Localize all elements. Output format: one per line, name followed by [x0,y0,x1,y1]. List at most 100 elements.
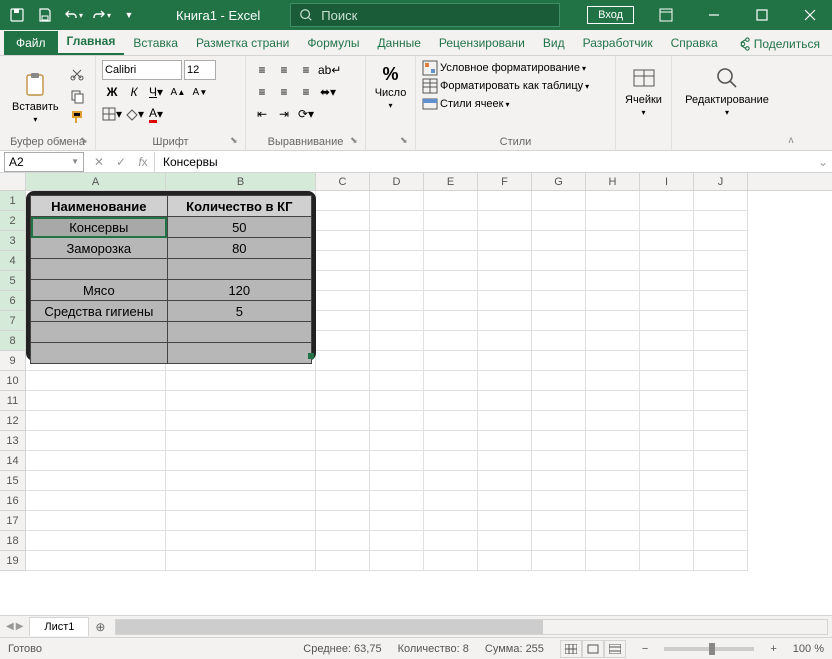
number-button[interactable]: % Число ▾ [372,60,409,114]
col-header[interactable]: E [424,173,478,190]
cell[interactable] [26,391,166,411]
col-header[interactable]: B [166,173,316,190]
cell[interactable] [316,531,370,551]
tab-главная[interactable]: Главная [58,29,125,55]
cell[interactable] [316,451,370,471]
zoom-slider[interactable] [664,647,754,651]
cell[interactable] [694,211,748,231]
cell[interactable] [532,331,586,351]
minimize-icon[interactable] [692,0,736,30]
cell[interactable] [532,551,586,571]
cell[interactable] [424,511,478,531]
cell[interactable] [166,371,316,391]
indent-increase-button[interactable]: ⇥ [274,104,294,124]
cell[interactable] [532,471,586,491]
cell[interactable] [586,211,640,231]
row-header[interactable]: 2 [0,211,26,231]
cell[interactable] [316,371,370,391]
cell[interactable] [166,331,316,351]
cell[interactable] [478,431,532,451]
cell[interactable] [166,451,316,471]
col-header[interactable]: J [694,173,748,190]
undo-icon[interactable]: ▾ [60,2,86,28]
cell[interactable] [478,231,532,251]
cell[interactable] [586,391,640,411]
cell[interactable] [370,311,424,331]
cell[interactable] [424,491,478,511]
col-header[interactable]: D [370,173,424,190]
cell[interactable] [26,471,166,491]
font-shrink-button[interactable]: A▼ [190,82,210,102]
cell[interactable] [532,291,586,311]
cell[interactable] [694,531,748,551]
cell[interactable] [424,351,478,371]
cell[interactable] [586,531,640,551]
cell[interactable] [640,371,694,391]
cell[interactable] [532,271,586,291]
cell[interactable] [370,351,424,371]
cell-styles-button[interactable]: Стили ячеек▾ [422,96,609,112]
cell[interactable] [424,231,478,251]
cell[interactable] [316,411,370,431]
tab-данные[interactable]: Данные [369,31,430,55]
cell[interactable] [316,431,370,451]
expand-formula-icon[interactable]: ⌄ [814,155,832,169]
cell[interactable] [370,371,424,391]
cell[interactable] [26,271,166,291]
save-icon[interactable] [32,2,58,28]
cell[interactable] [478,311,532,331]
cell[interactable] [316,331,370,351]
cell[interactable] [694,371,748,391]
cell[interactable] [166,291,316,311]
merge-button[interactable]: ⬌▾ [318,82,338,102]
view-break-button[interactable] [604,640,626,658]
cell[interactable] [26,431,166,451]
cell[interactable] [370,211,424,231]
cell[interactable] [694,251,748,271]
number-launcher-icon[interactable]: ⬊ [400,135,412,147]
cancel-formula-button[interactable]: ✕ [88,152,110,172]
row-header[interactable]: 6 [0,291,26,311]
cell[interactable] [640,491,694,511]
cell[interactable] [532,311,586,331]
cell[interactable] [694,511,748,531]
share-button[interactable]: Поделиться [728,33,828,55]
format-as-table-button[interactable]: Форматировать как таблицу▾ [422,78,609,94]
cell[interactable] [166,231,316,251]
tab-вид[interactable]: Вид [534,31,574,55]
cell[interactable] [532,391,586,411]
maximize-icon[interactable] [740,0,784,30]
align-bottom-button[interactable]: ≡ [296,60,316,80]
formula-input[interactable]: Консервы [154,152,814,172]
row-header[interactable]: 8 [0,331,26,351]
cell[interactable] [424,431,478,451]
row-header[interactable]: 13 [0,431,26,451]
cell[interactable] [166,251,316,271]
cell[interactable] [166,551,316,571]
font-launcher-icon[interactable]: ⬊ [230,135,242,147]
cell[interactable] [586,431,640,451]
wrap-text-button[interactable]: ab↵ [318,60,341,80]
cell[interactable] [694,431,748,451]
cell[interactable] [26,191,166,211]
cell[interactable] [694,471,748,491]
cell[interactable] [532,511,586,531]
font-color-button[interactable]: A▾ [146,104,166,124]
redo-icon[interactable]: ▾ [88,2,114,28]
cell[interactable] [640,391,694,411]
format-painter-button[interactable] [67,108,87,128]
row-header[interactable]: 7 [0,311,26,331]
underline-button[interactable]: Ч▾ [146,82,166,102]
cell[interactable] [478,391,532,411]
font-grow-button[interactable]: A▲ [168,82,188,102]
row-header[interactable]: 18 [0,531,26,551]
cell[interactable] [424,371,478,391]
tab-разработчик[interactable]: Разработчик [574,31,662,55]
row-header[interactable]: 9 [0,351,26,371]
sheet-nav-first-icon[interactable]: ◀ [6,621,14,632]
cell[interactable] [532,371,586,391]
row-header[interactable]: 10 [0,371,26,391]
cell[interactable] [26,311,166,331]
cell[interactable] [478,291,532,311]
cell[interactable] [586,511,640,531]
